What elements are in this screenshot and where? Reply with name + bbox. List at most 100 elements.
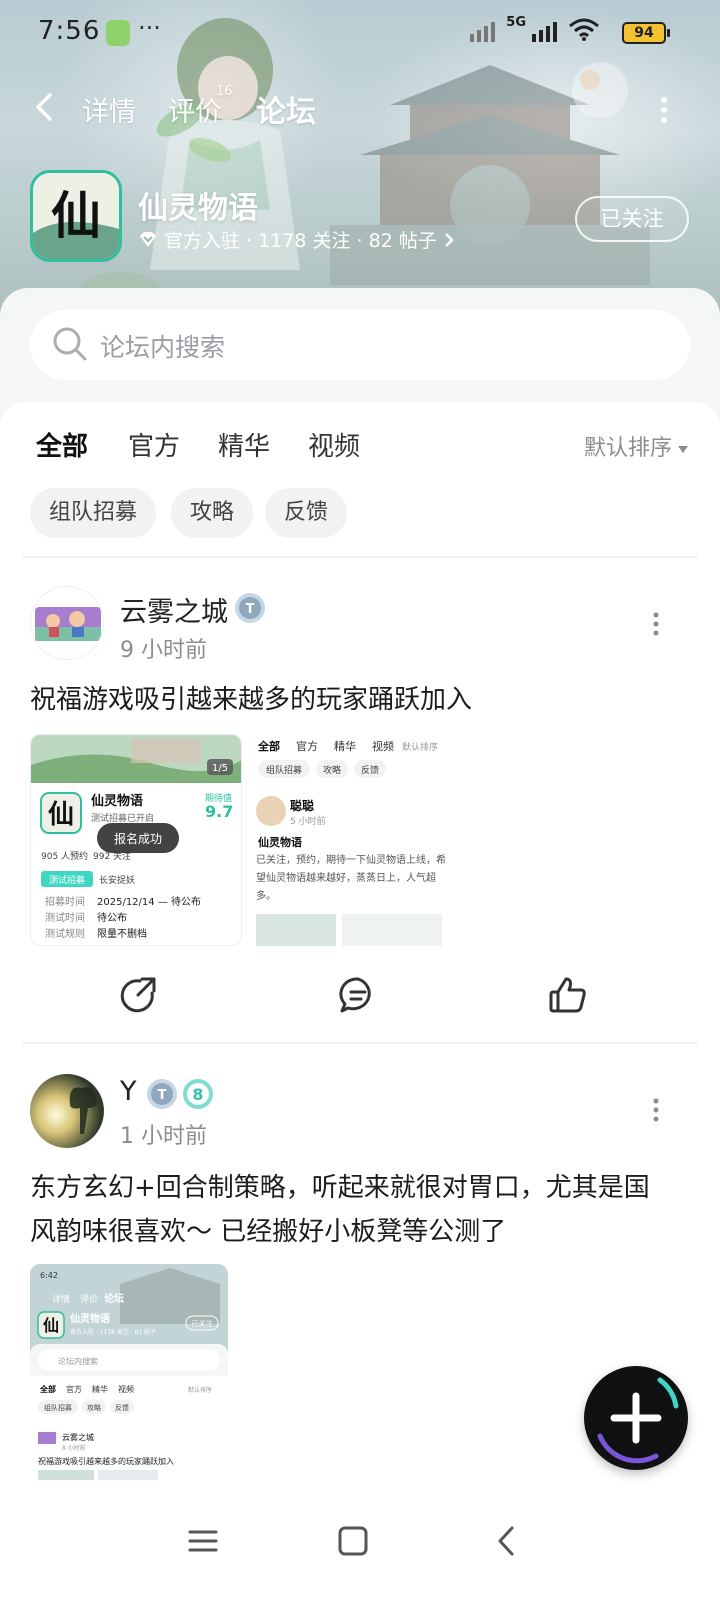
tab-forum[interactable]: 论坛	[256, 87, 316, 133]
wifi-icon	[569, 18, 599, 41]
svg-text:云雾之城: 云雾之城	[62, 1432, 94, 1442]
svg-text:详情: 详情	[52, 1293, 70, 1305]
share-icon[interactable]	[118, 975, 158, 1015]
home-square-icon[interactable]	[336, 1524, 370, 1558]
game-icon[interactable]: 仙	[30, 170, 122, 262]
more-vertical-icon[interactable]	[660, 96, 668, 124]
review-count: 16	[216, 84, 233, 99]
post-image[interactable]: 6:42 详情 评价 论坛 仙 仙灵物语 官方入驻 · 1178 关注 · 81…	[30, 1264, 228, 1480]
avatar[interactable]	[30, 1074, 104, 1148]
search-input[interactable]: 论坛内搜索	[30, 310, 690, 380]
filter-tab-all[interactable]: 全部	[36, 426, 88, 467]
search-icon	[53, 327, 87, 361]
svg-text:测试规则: 测试规则	[45, 927, 85, 940]
svg-text:仙: 仙	[48, 800, 74, 830]
post-more-icon[interactable]	[653, 612, 659, 636]
tab-reviews[interactable]: 评价 16	[168, 84, 233, 129]
svg-text:9.7: 9.7	[205, 802, 233, 821]
tab-reviews-label: 评价	[168, 97, 222, 128]
game-title: 仙灵物语	[138, 191, 258, 226]
chip-team-recruit[interactable]: 组队招募	[30, 488, 156, 538]
sort-dropdown[interactable]: 默认排序	[584, 430, 688, 462]
svg-text:8 小时前: 8 小时前	[62, 1444, 86, 1452]
post-image[interactable]: 1/5 仙 仙灵物语 测试招募已开启 期待值 9.7 905 人预约 992 关…	[30, 734, 242, 946]
top-nav: 详情 评价 16 论坛	[0, 80, 720, 136]
game-logo-icon: 仙	[33, 173, 119, 259]
svg-text:官方: 官方	[296, 739, 318, 753]
like-icon[interactable]	[548, 975, 588, 1015]
status-bar: 7:56 ··· 5G 94	[0, 0, 720, 70]
svg-text:论坛: 论坛	[104, 1292, 124, 1305]
svg-text:全部: 全部	[257, 739, 280, 753]
post-more-icon[interactable]	[653, 1098, 659, 1122]
svg-text:测试招募: 测试招募	[49, 874, 85, 886]
plus-icon	[597, 1377, 679, 1464]
comment-icon[interactable]	[338, 975, 378, 1015]
divider	[22, 556, 698, 558]
game-logo-char: 仙	[51, 186, 101, 245]
caret-down-icon	[678, 445, 688, 453]
status-more: ···	[138, 14, 161, 42]
back-icon[interactable]	[490, 1524, 524, 1558]
svg-text:官方: 官方	[66, 1384, 82, 1394]
svg-text:长安捉妖: 长安捉妖	[99, 874, 135, 886]
menu-icon[interactable]	[186, 1524, 220, 1558]
svg-text:视频: 视频	[372, 739, 394, 753]
svg-text:仙灵物语: 仙灵物语	[258, 835, 302, 849]
back-arrow-icon[interactable]	[30, 92, 60, 122]
chip-feedback[interactable]: 反馈	[265, 488, 347, 538]
filter-tab-video[interactable]: 视频	[308, 426, 360, 463]
svg-text:6:42: 6:42	[40, 1271, 58, 1280]
svg-text:招募时间: 招募时间	[45, 895, 85, 908]
system-nav-bar	[0, 1490, 720, 1601]
filter-tabs: 全部 官方 精华 视频 默认排序	[0, 422, 720, 472]
avatar[interactable]	[30, 586, 104, 660]
post-text-line[interactable]: 东方玄幻+回合制策略，听起来就很对胃口，尤其是国	[30, 1166, 650, 1210]
svg-text:T: T	[246, 602, 255, 617]
svg-text:精华: 精华	[334, 739, 356, 753]
svg-text:论坛内搜索: 论坛内搜索	[58, 1356, 98, 1366]
svg-text:攻略: 攻略	[323, 764, 341, 776]
svg-text:聪聪: 聪聪	[290, 798, 314, 813]
search-placeholder: 论坛内搜索	[100, 333, 226, 362]
post-author[interactable]: 云雾之城	[120, 590, 228, 629]
game-meta[interactable]: 官方入驻 · 1178 关注 · 82 帖子	[138, 226, 455, 253]
svg-text:2025/12/14 — 待公布: 2025/12/14 — 待公布	[97, 895, 201, 908]
app-notification-icon	[106, 20, 130, 46]
chevron-right-icon	[444, 232, 454, 247]
svg-text:905 人预约: 905 人预约	[41, 850, 88, 862]
filter-tab-official[interactable]: 官方	[128, 426, 180, 463]
svg-text:仙灵物语: 仙灵物语	[70, 1312, 110, 1325]
sort-label: 默认排序	[583, 436, 672, 461]
svg-text:评价: 评价	[80, 1294, 98, 1305]
svg-text:反馈: 反馈	[361, 764, 379, 776]
post-text[interactable]: 祝福游戏吸引越来越多的玩家踊跃加入	[30, 678, 472, 722]
signal-icon	[470, 22, 496, 42]
svg-text:仙: 仙	[43, 1316, 59, 1335]
divider	[22, 1042, 698, 1044]
svg-text:官方入驻 · 1178 关注 · 81 帖子: 官方入驻 · 1178 关注 · 81 帖子	[70, 1328, 156, 1336]
post-text-line[interactable]: 风韵味很喜欢～ 已经搬好小板凳等公测了	[30, 1210, 506, 1254]
svg-text:限量不删档: 限量不删档	[97, 927, 147, 940]
battery-icon: 94	[622, 22, 670, 44]
level-badge-icon: 8	[183, 1079, 213, 1109]
filter-tab-featured[interactable]: 精华	[218, 426, 270, 463]
svg-text:仙灵物语: 仙灵物语	[91, 793, 143, 809]
follow-button[interactable]: 已关注	[575, 196, 689, 242]
svg-text:测试招募已开启: 测试招募已开启	[91, 812, 154, 824]
signal-icon	[532, 22, 557, 42]
game-meta-text: 官方入驻 · 1178 关注 · 82 帖子	[164, 230, 437, 252]
chip-guide[interactable]: 攻略	[171, 488, 253, 538]
create-post-button[interactable]	[584, 1366, 688, 1470]
svg-text:组队招募: 组队招募	[266, 764, 302, 776]
post-time: 9 小时前	[120, 638, 207, 663]
post-author[interactable]: Y	[120, 1076, 137, 1107]
post-image[interactable]: 全部 官方 精华 视频 默认排序 组队招募 攻略 反馈 聪聪 5 小时前 仙灵物…	[248, 734, 456, 946]
svg-text:默认排序: 默认排序	[402, 741, 438, 753]
svg-text:8: 8	[192, 1085, 203, 1104]
svg-text:全部: 全部	[39, 1384, 56, 1394]
tab-details[interactable]: 详情	[82, 90, 136, 129]
svg-text:5 小时前: 5 小时前	[290, 815, 326, 827]
svg-text:已关注: 已关注	[192, 1319, 213, 1328]
network-label: 5G	[506, 15, 526, 30]
